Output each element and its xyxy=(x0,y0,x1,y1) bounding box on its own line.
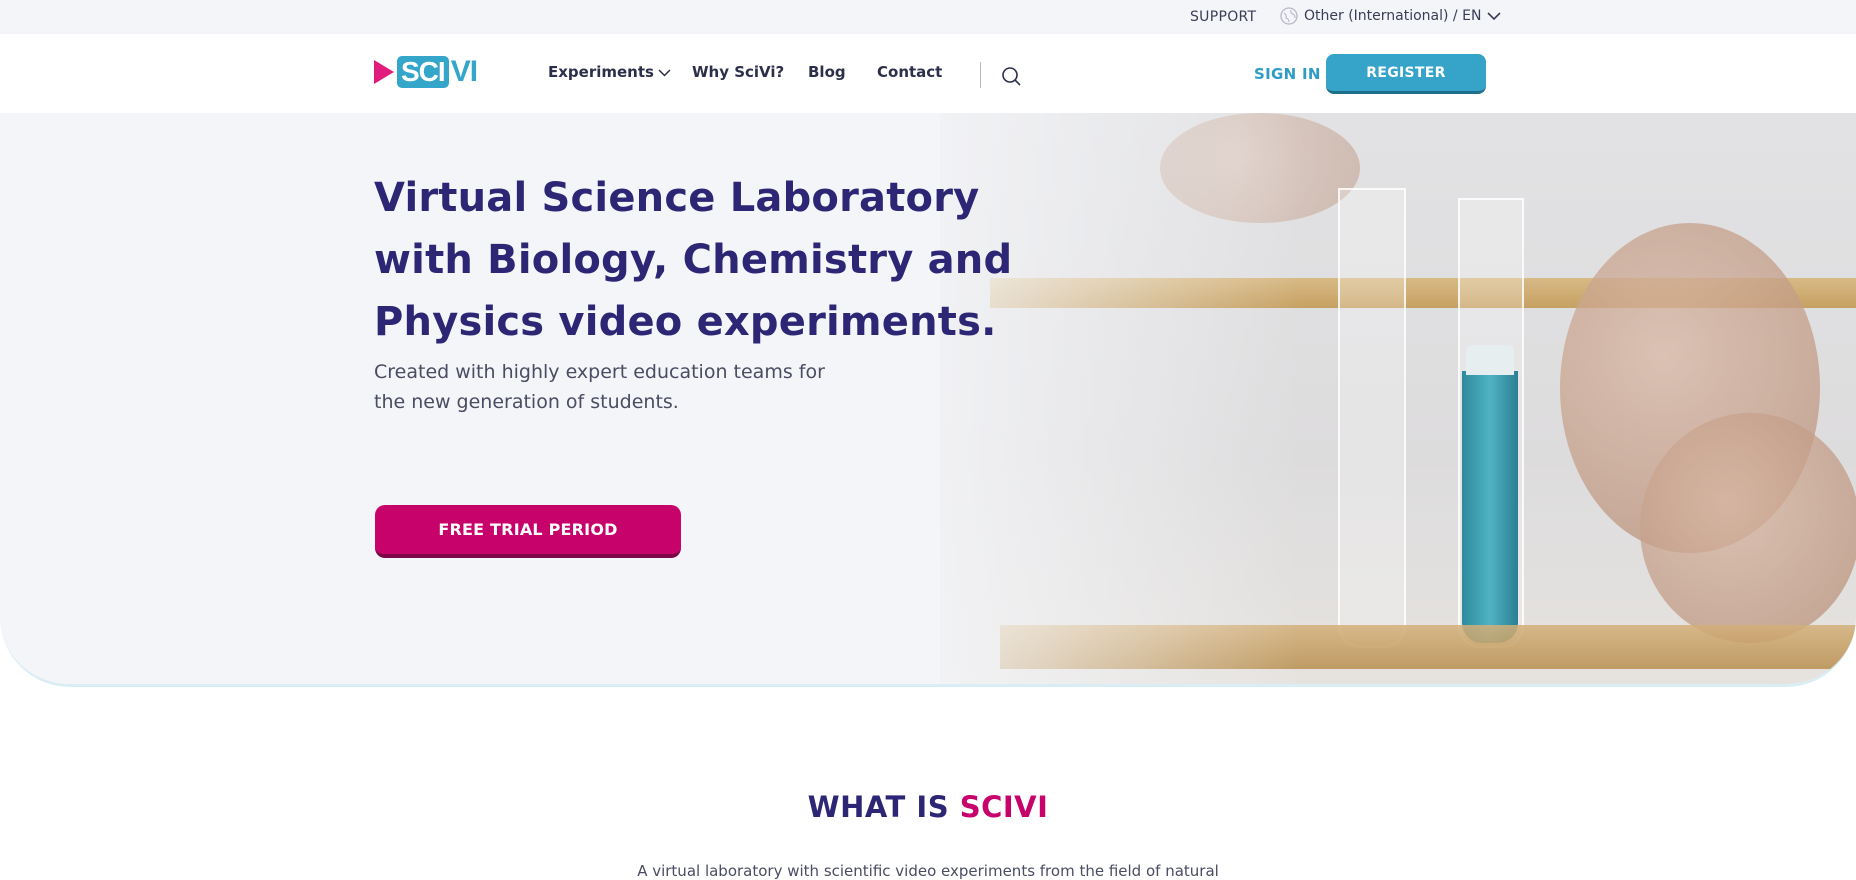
logo-text-sci: SCI xyxy=(397,56,449,88)
logo-text-vi: VI xyxy=(450,55,478,88)
globe-icon xyxy=(1280,7,1298,25)
chevron-down-icon xyxy=(658,63,671,81)
nav-divider xyxy=(980,62,981,88)
support-link[interactable]: SUPPORT xyxy=(1190,9,1256,25)
empty-test-tube xyxy=(1338,188,1406,648)
nav-experiments-label: Experiments xyxy=(548,63,654,81)
nav-contact[interactable]: Contact xyxy=(877,63,942,81)
region-label: Other (International) / EN xyxy=(1304,8,1482,24)
region-selector[interactable]: Other (International) / EN xyxy=(1280,7,1501,25)
what-is-scivi-heading: WHAT IS SCIVI xyxy=(0,790,1856,824)
hand-shape xyxy=(1640,413,1856,643)
top-utility-bar: SUPPORT Other (International) / EN xyxy=(0,0,1856,34)
chevron-down-icon xyxy=(1487,11,1501,21)
search-icon[interactable] xyxy=(1000,65,1022,87)
hero-subtitle: Created with highly expert education tea… xyxy=(374,361,825,413)
nav-blog[interactable]: Blog xyxy=(808,63,846,81)
heading-part-2: SCIVI xyxy=(959,790,1049,824)
what-is-scivi-text: A virtual laboratory with scientific vid… xyxy=(637,862,1219,880)
play-logo-icon xyxy=(374,60,394,84)
sign-in-link[interactable]: SIGN IN xyxy=(1254,65,1321,83)
free-trial-button[interactable]: FREE TRIAL PERIOD xyxy=(375,505,681,558)
liquid-foam xyxy=(1466,345,1514,375)
heading-part-1: WHAT IS xyxy=(807,790,960,824)
hero-section: Virtual Science Laboratory with Biology,… xyxy=(0,113,1856,687)
nav-why-scivi[interactable]: Why SciVi? xyxy=(692,63,784,81)
hero-title: Virtual Science Laboratory with Biology,… xyxy=(374,175,1013,345)
blue-liquid xyxy=(1462,371,1518,643)
main-header: SCI VI Experiments Why SciVi? Blog Conta… xyxy=(0,34,1856,113)
scivi-logo[interactable]: SCI VI xyxy=(374,54,478,90)
nav-experiments[interactable]: Experiments xyxy=(548,63,671,81)
register-button[interactable]: REGISTER xyxy=(1326,54,1486,94)
